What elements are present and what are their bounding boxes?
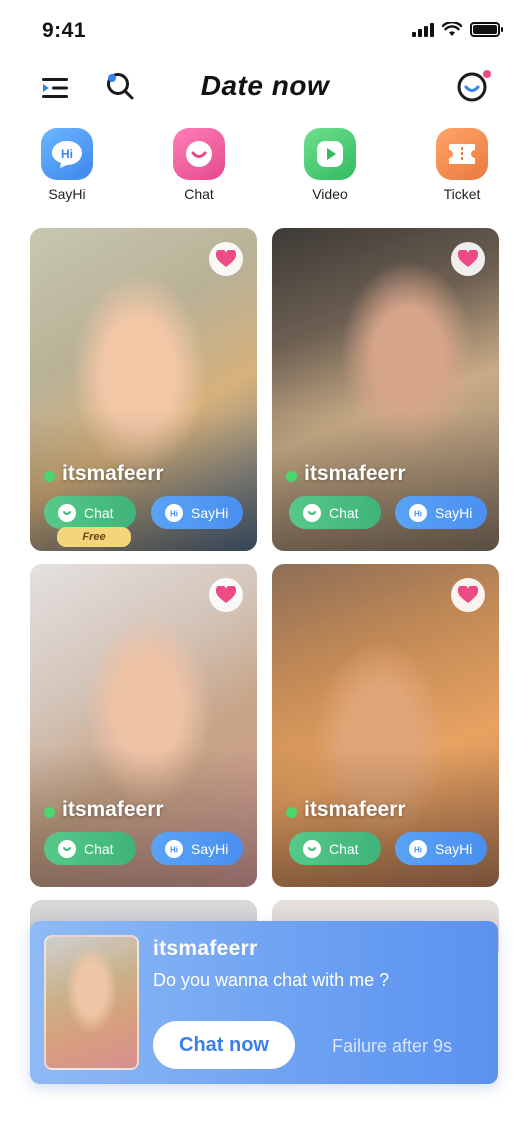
chat-button-label: Chat	[329, 504, 359, 521]
heart-icon	[216, 250, 236, 267]
chat-button[interactable]: Chat	[289, 496, 381, 529]
status-time: 9:41	[42, 19, 87, 42]
svg-text:Hi: Hi	[414, 509, 422, 518]
hi-icon: Hi	[165, 839, 183, 858]
heart-icon	[458, 250, 478, 267]
sayhi-button[interactable]: Hi SayHi	[151, 832, 243, 865]
favorite-button[interactable]	[209, 578, 243, 612]
svg-text:Hi: Hi	[61, 147, 73, 161]
chat-button[interactable]: Chat	[44, 496, 136, 529]
card-username: itsmafeerr	[62, 798, 164, 821]
popup-username: itsmafeerr	[153, 937, 258, 960]
heart-icon	[216, 586, 236, 603]
sayhi-button[interactable]: Hi SayHi	[395, 496, 487, 529]
play-icon	[304, 128, 356, 180]
chat-button-label: Chat	[84, 504, 114, 521]
status-bar: 9:41	[0, 0, 530, 60]
chat-button[interactable]: Chat	[289, 832, 381, 865]
svg-text:Hi: Hi	[414, 845, 422, 854]
video-shortcut-label: Video	[312, 186, 348, 202]
hi-bubble-icon: Hi	[41, 128, 93, 180]
profile-card[interactable]: itsmafeerr Chat Hi SayHi	[272, 228, 499, 551]
sayhi-button[interactable]: Hi SayHi	[151, 496, 243, 529]
online-indicator	[44, 807, 55, 818]
chat-shortcut-label: Chat	[184, 186, 214, 202]
page-title: Date now	[200, 70, 330, 101]
sayhi-button-label: SayHi	[435, 504, 473, 521]
sayhi-button-label: SayHi	[191, 840, 229, 857]
video-shortcut[interactable]: Video	[285, 128, 375, 202]
heart-icon	[458, 586, 478, 603]
sayhi-shortcut-label: SayHi	[48, 186, 86, 202]
hi-icon: Hi	[409, 839, 427, 858]
sayhi-shortcut[interactable]: Hi SayHi	[22, 128, 112, 202]
svg-text:Hi: Hi	[170, 509, 178, 518]
ticket-icon	[436, 128, 488, 180]
online-indicator	[286, 807, 297, 818]
hi-icon: Hi	[165, 503, 183, 522]
chat-button-label: Chat	[84, 840, 114, 857]
chat-button[interactable]: Chat	[44, 832, 136, 865]
chat-button-label: Chat	[329, 840, 359, 857]
favorite-button[interactable]	[209, 242, 243, 276]
smile-bubble-icon	[173, 128, 225, 180]
chat-shortcut[interactable]: Chat	[154, 128, 244, 202]
svg-text:Hi: Hi	[170, 845, 178, 854]
smile-icon	[303, 839, 321, 858]
profile-card[interactable]: itsmafeerr Chat Hi SayHi	[272, 564, 499, 887]
profile-icon[interactable]	[456, 68, 492, 104]
hi-icon: Hi	[409, 503, 427, 522]
battery-icon	[470, 22, 503, 37]
favorite-button[interactable]	[451, 242, 485, 276]
sayhi-button-label: SayHi	[435, 840, 473, 857]
online-indicator	[44, 471, 55, 482]
card-username: itsmafeerr	[62, 462, 164, 485]
free-badge: Free	[57, 527, 131, 547]
top-bar: Date now	[0, 60, 530, 116]
ticket-shortcut[interactable]: Ticket	[417, 128, 507, 202]
profile-card[interactable]: itsmafeerr Chat Hi SayHi Free	[30, 228, 257, 551]
cellular-signal-icon	[412, 22, 434, 37]
quick-actions: Hi SayHi Chat Video Ticket	[0, 128, 530, 204]
profile-card[interactable]: itsmafeerr Chat Hi SayHi	[30, 564, 257, 887]
status-icons	[412, 22, 503, 37]
popup-message: Do you wanna chat with me ?	[153, 970, 390, 990]
online-indicator	[286, 471, 297, 482]
smile-icon	[58, 503, 76, 522]
smile-icon	[303, 503, 321, 522]
wifi-icon	[442, 22, 462, 36]
card-username: itsmafeerr	[304, 798, 406, 821]
chat-now-button[interactable]: Chat now	[153, 1021, 295, 1069]
popup-avatar	[44, 935, 139, 1070]
sayhi-button-label: SayHi	[191, 504, 229, 521]
favorite-button[interactable]	[451, 578, 485, 612]
smile-icon	[58, 839, 76, 858]
chat-invite-popup: itsmafeerr Do you wanna chat with me ? C…	[30, 921, 498, 1084]
popup-countdown: Failure after 9s	[332, 1036, 453, 1056]
ticket-shortcut-label: Ticket	[443, 186, 481, 202]
card-username: itsmafeerr	[304, 462, 406, 485]
sayhi-button[interactable]: Hi SayHi	[395, 832, 487, 865]
